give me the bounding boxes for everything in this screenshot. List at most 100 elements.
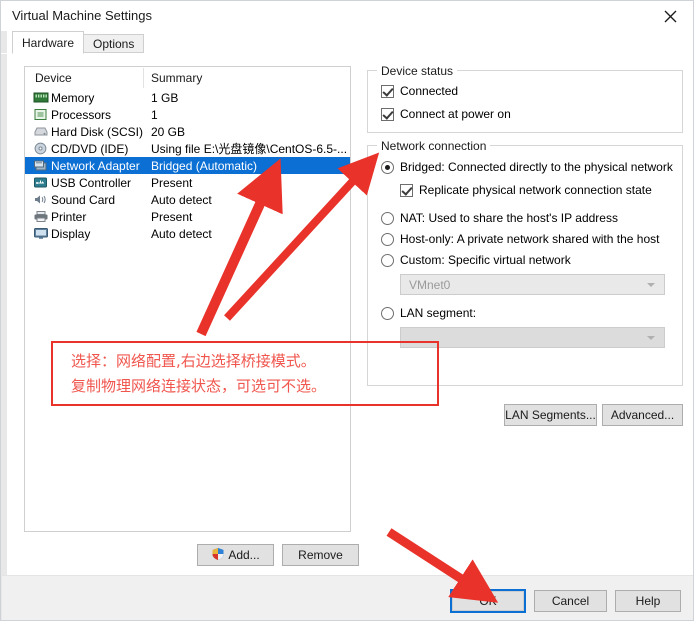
table-row[interactable]: CD/DVD (IDE) Using file E:\光盘镜像\CentOS-6… (25, 140, 350, 157)
usb-controller-icon (33, 176, 49, 190)
custom-network-select[interactable]: VMnet0 (400, 274, 665, 295)
radio-host-only-button (381, 232, 394, 246)
annotation-box: 选择：网络配置,右边选择桥接模式。 复制物理网络连接状态，可选可不选。 (51, 341, 439, 406)
device-summary: 1 (151, 107, 158, 122)
checkbox-connected[interactable]: Connected (381, 84, 458, 98)
device-summary: 1 GB (151, 90, 179, 105)
device-name: Hard Disk (SCSI) (51, 124, 144, 139)
advanced-button[interactable]: Advanced... (602, 404, 683, 426)
display-icon (33, 227, 49, 241)
device-list-rows: Memory 1 GB Processors 1 Hard Disk (SCSI… (25, 89, 350, 242)
table-row[interactable]: Sound Card Auto detect (25, 191, 350, 208)
checkbox-connect-at-power-on[interactable]: Connect at power on (381, 107, 511, 121)
device-name: Sound Card (51, 192, 116, 207)
title-bar: Virtual Machine Settings (1, 1, 693, 31)
device-summary: Auto detect (151, 192, 212, 207)
checkbox-replicate-state-box (400, 183, 413, 197)
checkbox-replicate-state-label: Replicate physical network connection st… (419, 183, 652, 197)
close-icon[interactable] (647, 1, 693, 31)
device-name: CD/DVD (IDE) (51, 141, 129, 156)
radio-nat-label: NAT: Used to share the host's IP address (400, 211, 618, 225)
dialog-footer: OK Cancel Help (2, 575, 693, 620)
column-header-device: Device (35, 71, 72, 85)
remove-button[interactable]: Remove (282, 544, 359, 566)
tab-strip: Hardware Options (9, 31, 687, 54)
device-summary: Using file E:\光盘镜像\CentOS-6.5-... (151, 142, 348, 156)
radio-bridged-label: Bridged: Connected directly to the physi… (400, 160, 673, 174)
radio-host-only-label: Host-only: A private network shared with… (400, 232, 660, 246)
memory-icon (33, 91, 49, 105)
hardware-tab-panel: Device Summary Memory 1 GB Processors 1 … (9, 53, 687, 574)
radio-bridged[interactable]: Bridged: Connected directly to the physi… (381, 160, 673, 174)
ok-button-label: OK (479, 594, 497, 608)
radio-lan-segment-button (381, 306, 394, 320)
radio-custom-label: Custom: Specific virtual network (400, 253, 571, 267)
table-row[interactable]: Processors 1 (25, 106, 350, 123)
cancel-button-label: Cancel (551, 594, 590, 608)
tab-hardware[interactable]: Hardware (12, 31, 85, 54)
printer-icon (33, 210, 49, 224)
table-row[interactable]: Display Auto detect (25, 225, 350, 242)
radio-host-only[interactable]: Host-only: A private network shared with… (381, 232, 659, 246)
help-button-label: Help (635, 594, 661, 608)
annotation-line-2: 复制物理网络连接状态，可选可不选。 (71, 377, 327, 395)
device-status-group: Device status Connected Connect at power… (367, 64, 683, 133)
device-name: Processors (51, 107, 112, 122)
radio-custom[interactable]: Custom: Specific virtual network (381, 253, 571, 267)
window-left-edge-lower (1, 31, 7, 620)
lan-segments-button[interactable]: LAN Segments... (504, 404, 597, 426)
device-summary: Present (151, 209, 193, 224)
processor-icon (33, 108, 49, 122)
tab-options-label: Options (93, 36, 135, 51)
radio-lan-segment[interactable]: LAN segment: (381, 306, 476, 320)
window-title: Virtual Machine Settings (12, 8, 152, 23)
table-row-network-adapter[interactable]: Network Adapter Bridged (Automatic) (25, 157, 350, 174)
radio-bridged-button (381, 160, 394, 174)
table-row[interactable]: Memory 1 GB (25, 89, 350, 106)
device-list[interactable]: Device Summary Memory 1 GB Processors 1 … (24, 66, 351, 532)
radio-lan-segment-label: LAN segment: (400, 306, 477, 320)
add-button[interactable]: Add... (197, 544, 274, 566)
checkbox-connect-at-power-on-box (381, 107, 394, 121)
add-button-label: Add... (228, 548, 260, 562)
advanced-button-label: Advanced... (610, 408, 675, 422)
device-name: Printer (51, 209, 87, 224)
device-summary: Auto detect (151, 226, 212, 241)
tab-options[interactable]: Options (83, 34, 145, 53)
ok-button[interactable]: OK (450, 589, 526, 613)
checkbox-connected-box (381, 84, 394, 98)
cancel-button[interactable]: Cancel (534, 590, 607, 612)
radio-nat[interactable]: NAT: Used to share the host's IP address (381, 211, 618, 225)
hard-disk-icon (33, 125, 49, 139)
remove-button-label: Remove (298, 548, 343, 562)
lan-segment-select[interactable] (400, 327, 665, 348)
radio-custom-button (381, 253, 394, 267)
radio-nat-button (381, 211, 394, 225)
checkbox-connected-label: Connected (400, 84, 459, 98)
annotation-line-1: 选择：网络配置,右边选择桥接模式。 (71, 352, 316, 370)
device-name: USB Controller (51, 175, 132, 190)
network-adapter-icon (33, 159, 49, 173)
table-row[interactable]: USB Controller Present (25, 174, 350, 191)
chevron-down-icon (647, 335, 655, 340)
device-status-group-label: Device status (377, 64, 458, 78)
help-button[interactable]: Help (615, 590, 681, 612)
sound-card-icon (33, 193, 49, 207)
chevron-down-icon (647, 282, 655, 287)
checkbox-replicate-state[interactable]: Replicate physical network connection st… (400, 183, 652, 197)
checkbox-connect-at-power-on-label: Connect at power on (400, 107, 511, 121)
table-row[interactable]: Hard Disk (SCSI) 20 GB (25, 123, 350, 140)
shield-icon (211, 547, 225, 564)
lan-segments-button-label: LAN Segments... (505, 408, 596, 422)
column-header-summary: Summary (151, 71, 203, 85)
device-name: Display (51, 226, 91, 241)
custom-network-value: VMnet0 (409, 277, 451, 292)
table-row[interactable]: Printer Present (25, 208, 350, 225)
cd-dvd-icon (33, 142, 49, 156)
device-summary: Bridged (Automatic) (151, 158, 258, 173)
device-name: Network Adapter (51, 158, 140, 173)
device-summary: Present (151, 175, 193, 190)
virtual-machine-settings-window: Virtual Machine Settings Hardware Option… (0, 0, 694, 621)
ok-button-inner: OK (452, 591, 524, 611)
device-name: Memory (51, 90, 95, 105)
